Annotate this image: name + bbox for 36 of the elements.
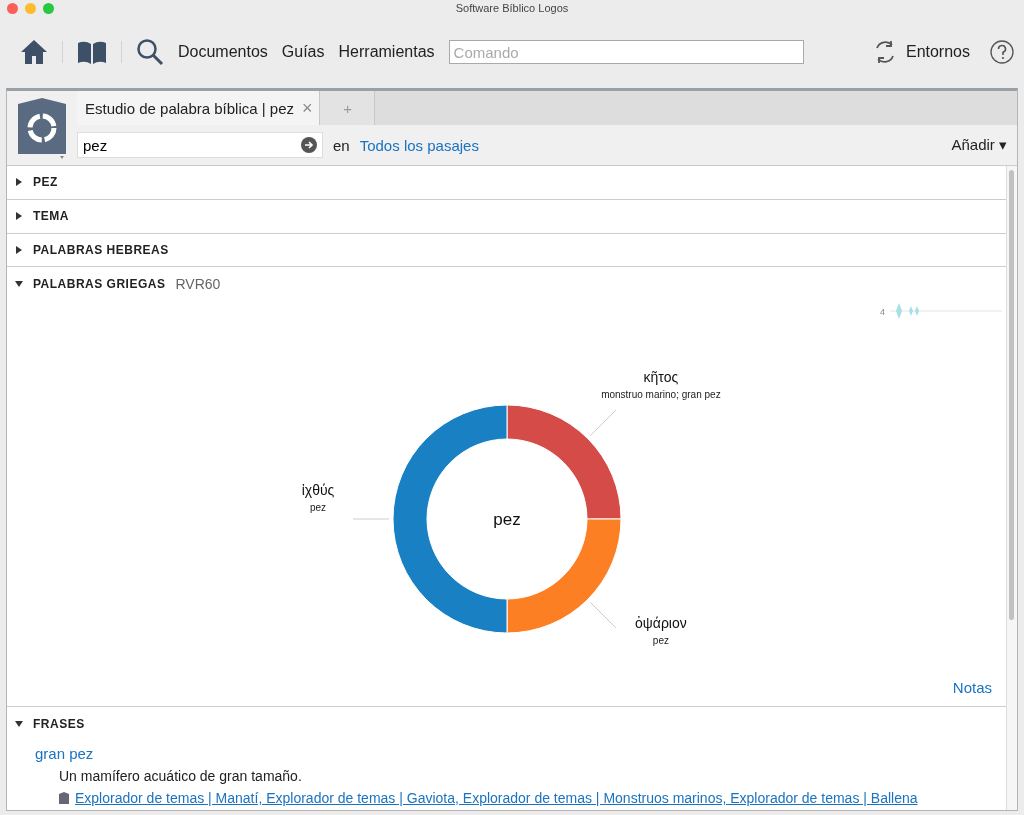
version-tag: RVR60 [175, 276, 221, 293]
command-field[interactable]: Comando [448, 40, 804, 64]
word-gloss: pez [309, 502, 326, 514]
scope-link[interactable]: Todos los pasajes [359, 136, 479, 154]
section-title: FRASES [33, 717, 85, 732]
tag-icon [59, 792, 69, 804]
add-menu-button[interactable]: Añadir ▾ [945, 135, 1013, 155]
search-icon[interactable] [136, 38, 164, 66]
search-field[interactable]: pez [77, 132, 323, 158]
help-icon[interactable] [990, 40, 1014, 64]
phrase-description: Un mamífero acuático de gran tamaño. [59, 768, 303, 784]
logo-icon[interactable] [16, 96, 68, 160]
nav-menu[interactable]: Documentos [178, 43, 268, 61]
greek-word: κῆτος [643, 369, 678, 386]
leader-line [589, 409, 616, 437]
in-label: en [333, 136, 350, 154]
nav-menu[interactable]: Guías [281, 43, 325, 61]
window-title: Software Bíblico Logos [455, 2, 569, 14]
document-tab[interactable]: Estudio de palabra bíblica | pez × [77, 91, 320, 125]
word-gloss: pez [652, 634, 669, 646]
leader-line [589, 602, 616, 629]
home-icon[interactable] [20, 39, 48, 65]
center-label: pez [492, 510, 521, 530]
sparkline-drawing: 4 [876, 301, 1006, 322]
greek-word: ὀψάριον [634, 614, 687, 631]
topic-links[interactable]: Explorador de temas | Manatí, Explorador de temas | Gaviota, Explorador de temas | Monstruos marinos, Explorador de temas | Ballena [75, 790, 918, 806]
scrollbar-thumb[interactable] [1009, 170, 1014, 620]
environments-button[interactable]: Entornos [865, 38, 976, 66]
section-title: PALABRAS GRIEGAS [33, 277, 166, 292]
close-window-button[interactable] [7, 3, 18, 14]
phrase-link[interactable]: gran pez [35, 745, 978, 762]
word-gloss: monstruo marino; gran pez [600, 389, 721, 401]
notes-link[interactable]: Notas [952, 679, 992, 697]
nav-menu[interactable]: Herramientas [338, 43, 435, 61]
book-icon[interactable] [77, 40, 107, 64]
greek-word: ἰχθύς [301, 482, 334, 499]
